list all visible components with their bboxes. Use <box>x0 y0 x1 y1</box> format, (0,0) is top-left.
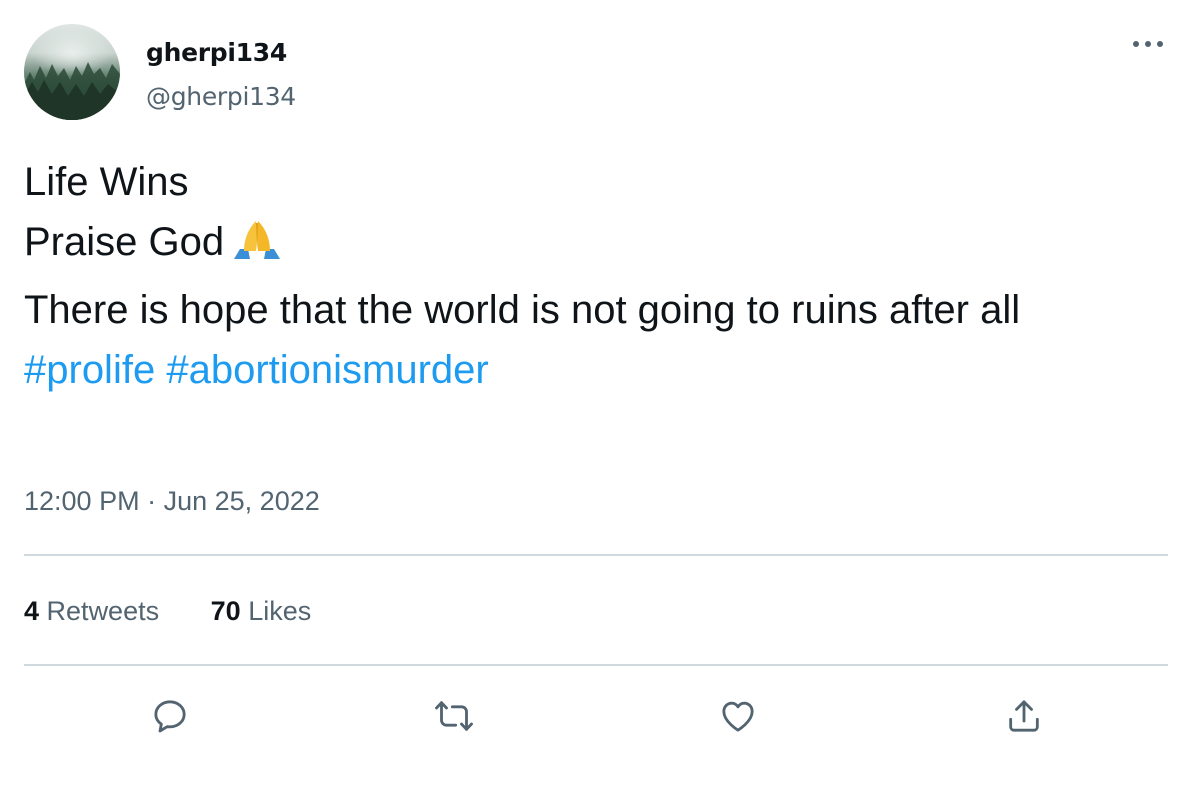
share-button[interactable] <box>1000 692 1048 740</box>
tweet-text: Life Wins Praise God There is hope that … <box>24 152 1144 400</box>
tweet-line: There is hope that the world is not goin… <box>24 288 1021 332</box>
retweets-count: 4 <box>24 596 40 626</box>
share-icon <box>1009 700 1039 732</box>
tweet-card: gherpi134 @gherpi134 Life Wins Praise Go… <box>0 0 1192 788</box>
more-options-button[interactable] <box>1128 30 1168 58</box>
retweets-stat[interactable]: 4 Retweets <box>24 596 159 627</box>
likes-stat[interactable]: 70 Likes <box>211 596 312 627</box>
more-dots-icon <box>1133 41 1163 47</box>
likes-label: Likes <box>248 596 312 626</box>
tweet-line-with-emoji: Praise God <box>24 212 1144 280</box>
engagement-stats: 4 Retweets 70 Likes <box>24 596 355 627</box>
hashtag-link[interactable]: #abortionismurder <box>166 348 488 392</box>
divider <box>24 554 1168 556</box>
hashtag-line: #prolife #abortionismurder <box>24 340 1144 400</box>
like-button[interactable] <box>714 692 762 740</box>
tweet-time: 12:00 PM <box>24 486 140 516</box>
misty-forest-icon <box>24 62 120 120</box>
tweet-timestamp[interactable]: 12:00 PM · Jun 25, 2022 <box>24 486 320 517</box>
tweet-line: Life Wins <box>24 160 189 204</box>
likes-count: 70 <box>210 596 241 626</box>
meta-separator: · <box>147 486 157 516</box>
user-handle[interactable]: @gherpi134 <box>146 82 296 111</box>
folded-hands-emoji-icon <box>230 219 284 280</box>
retweet-icon <box>435 701 473 731</box>
reply-button[interactable] <box>146 692 194 740</box>
retweets-label: Retweets <box>46 596 160 626</box>
tweet-date: Jun 25, 2022 <box>163 486 320 516</box>
reply-icon <box>154 700 186 733</box>
hashtag-link[interactable]: #prolife <box>24 348 155 392</box>
like-icon <box>722 701 754 732</box>
divider <box>24 664 1168 666</box>
avatar[interactable] <box>24 24 120 120</box>
display-name[interactable]: gherpi134 <box>146 38 287 67</box>
retweet-button[interactable] <box>430 692 478 740</box>
tweet-line: Praise God <box>24 220 225 264</box>
